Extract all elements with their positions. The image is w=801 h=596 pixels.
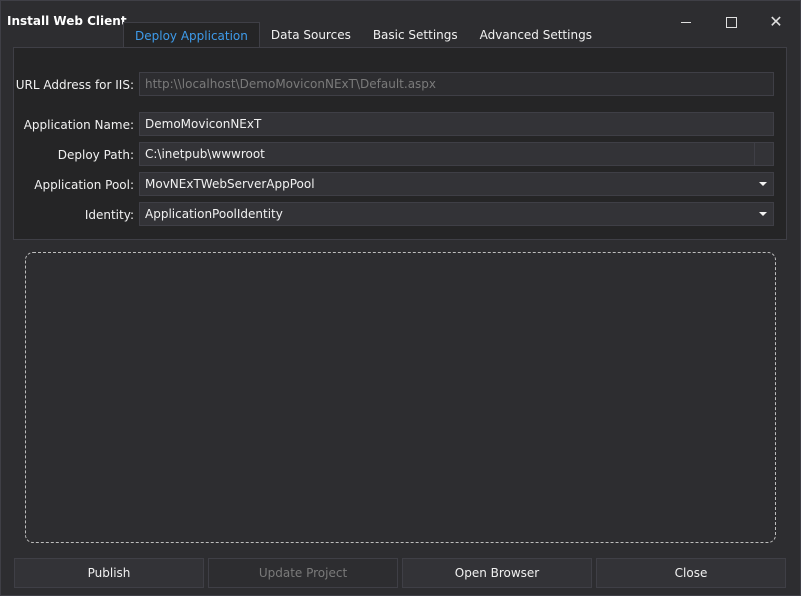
chevron-down-icon	[759, 182, 767, 186]
deploy-path-value: C:\inetpub\wwwroot	[145, 147, 265, 161]
install-web-client-window: Install Web Client ✕ Deploy Application …	[0, 0, 801, 596]
chevron-down-icon	[759, 212, 767, 216]
close-icon: ✕	[769, 12, 783, 31]
tab-bar: Deploy Application Data Sources Basic Se…	[123, 22, 603, 49]
url-label: URL Address for IIS:	[15, 78, 134, 92]
browse-path-button[interactable]	[754, 143, 773, 165]
application-pool-select[interactable]: MovNExTWebServerAppPool	[139, 172, 774, 196]
identity-select[interactable]: ApplicationPoolIdentity	[139, 202, 774, 226]
deploy-path-input[interactable]: C:\inetpub\wwwroot	[139, 142, 774, 166]
application-name-input[interactable]: DemoMoviconNExT	[139, 112, 774, 136]
tab-basic-settings[interactable]: Basic Settings	[362, 22, 469, 48]
update-project-button[interactable]: Update Project	[208, 558, 398, 588]
tab-advanced-settings[interactable]: Advanced Settings	[469, 22, 603, 48]
tab-deploy-application[interactable]: Deploy Application	[123, 22, 260, 49]
open-browser-button[interactable]: Open Browser	[402, 558, 592, 588]
maximize-button[interactable]	[708, 7, 754, 37]
application-name-label: Application Name:	[23, 118, 134, 132]
tab-data-sources[interactable]: Data Sources	[260, 22, 362, 48]
application-pool-label: Application Pool:	[34, 178, 134, 192]
url-field: http:\\localhost\DemoMoviconNExT\Default…	[139, 72, 774, 96]
close-button[interactable]: Close	[596, 558, 786, 588]
identity-label: Identity:	[84, 208, 134, 222]
close-window-button[interactable]: ✕	[753, 7, 799, 37]
minimize-icon	[681, 21, 691, 23]
deploy-path-label: Deploy Path:	[57, 148, 134, 162]
maximize-icon	[725, 16, 737, 28]
identity-value: ApplicationPoolIdentity	[145, 207, 283, 221]
output-log-area	[25, 252, 776, 543]
minimize-button[interactable]	[663, 7, 709, 37]
publish-button[interactable]: Publish	[14, 558, 204, 588]
application-pool-value: MovNExTWebServerAppPool	[145, 177, 315, 191]
deploy-settings-panel: URL Address for IIS: http:\\localhost\De…	[13, 47, 787, 240]
window-title: Install Web Client	[7, 14, 127, 28]
application-name-value: DemoMoviconNExT	[145, 117, 262, 131]
